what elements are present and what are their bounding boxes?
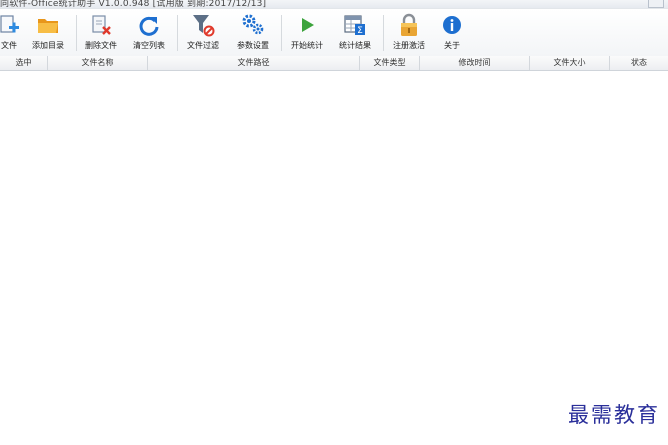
add-folder-label: 添加目录 — [32, 41, 64, 50]
column-header-file-type[interactable]: 文件类型 — [360, 56, 420, 70]
play-icon — [302, 18, 314, 32]
refresh-icon — [139, 16, 159, 36]
results-label: 统计结果 — [339, 41, 371, 50]
settings-button[interactable]: 参数设置 — [231, 9, 275, 56]
start-count-button[interactable]: 开始统计 — [285, 9, 329, 56]
settings-label: 参数设置 — [237, 41, 269, 50]
column-header-modified-time[interactable]: 修改时间 — [420, 56, 530, 70]
minimize-button[interactable] — [648, 0, 664, 8]
watermark-text: 最需教育 — [568, 403, 660, 427]
delete-file-label: 删除文件 — [85, 41, 117, 50]
filter-icon — [193, 15, 215, 37]
folder-icon — [38, 19, 58, 33]
add-file-icon — [0, 15, 19, 33]
results-button[interactable]: Σ 统计结果 — [333, 9, 377, 56]
register-label: 注册激活 — [393, 41, 425, 50]
toolbar-separator — [281, 15, 282, 51]
delete-file-icon — [92, 15, 111, 35]
add-folder-button[interactable]: 添加目录 — [26, 9, 70, 56]
column-header-file-size[interactable]: 文件大小 — [530, 56, 610, 70]
file-filter-button[interactable]: 文件过滤 — [182, 9, 224, 56]
lock-icon — [401, 13, 417, 36]
info-icon — [443, 16, 461, 34]
about-label: 关于 — [444, 41, 460, 50]
toolbar-separator — [383, 15, 384, 51]
gears-icon — [242, 14, 264, 35]
register-button[interactable]: 注册激活 — [387, 9, 431, 56]
column-header-file-name[interactable]: 文件名称 — [48, 56, 148, 70]
clear-list-button[interactable]: 清空列表 — [128, 9, 170, 56]
file-filter-label: 文件过滤 — [187, 41, 219, 50]
table-sum-icon: Σ — [344, 15, 365, 36]
about-button[interactable]: 关于 — [434, 9, 470, 56]
column-header-status[interactable]: 状态 — [610, 56, 668, 70]
start-count-label: 开始统计 — [291, 41, 323, 50]
toolbar-separator — [76, 15, 77, 51]
svg-text:Σ: Σ — [357, 26, 363, 36]
toolbar-separator — [177, 15, 178, 51]
file-list-header: 选中 文件名称 文件路径 文件类型 修改时间 文件大小 状态 — [0, 56, 668, 71]
column-header-file-path[interactable]: 文件路径 — [148, 56, 360, 70]
window-title: 同软件-Office统计助手 V1.0.0.948 [试用版 到期:2017/1… — [0, 0, 267, 9]
add-file-label: 文件 — [1, 41, 17, 50]
clear-list-label: 清空列表 — [133, 41, 165, 50]
title-bar: 同软件-Office统计助手 V1.0.0.948 [试用版 到期:2017/1… — [0, 0, 668, 9]
column-header-selected[interactable]: 选中 — [0, 56, 48, 70]
file-list[interactable] — [0, 71, 668, 445]
toolbar: 文件 添加目录 删除文件 清空列表 文件过滤 参数设置 开始统计 Σ 统计结果 … — [0, 9, 668, 57]
add-file-button[interactable]: 文件 — [0, 9, 22, 56]
delete-file-button[interactable]: 删除文件 — [80, 9, 122, 56]
